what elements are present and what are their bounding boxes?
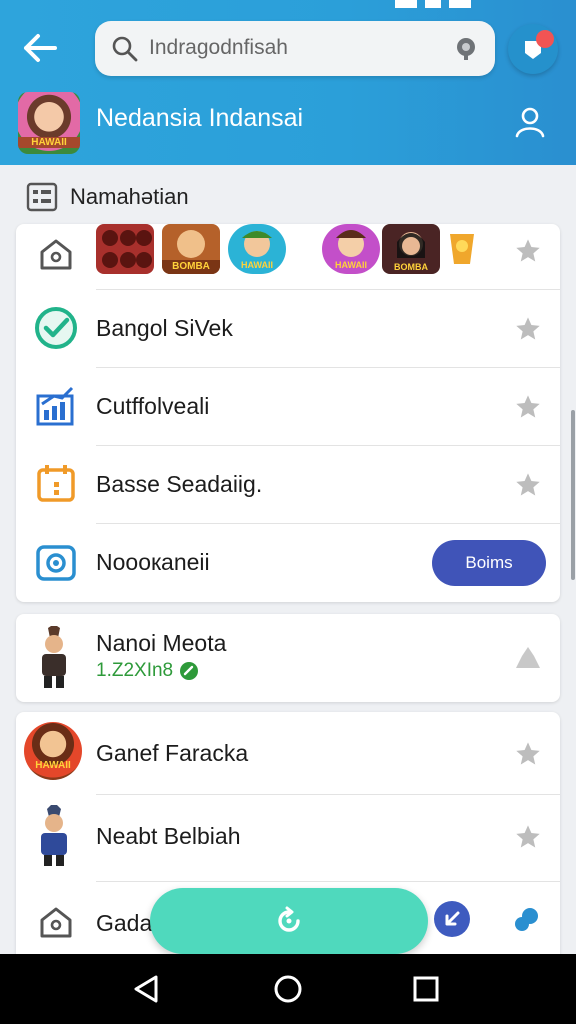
section-header: Namahətian — [26, 181, 189, 213]
character-avatar — [34, 624, 74, 690]
notifications-button[interactable] — [508, 24, 558, 74]
refresh-fab[interactable] — [150, 888, 428, 954]
star-icon[interactable] — [514, 393, 542, 421]
arrow-left-icon — [24, 34, 57, 62]
thumbnail-label: BOMBA — [394, 262, 428, 272]
thumbnail-label: HAWAII — [334, 260, 367, 270]
nav-home-button[interactable] — [268, 969, 308, 1009]
list-item-label: Ganef Faracka — [96, 740, 249, 766]
list-icon — [26, 182, 58, 212]
game-logo-text: HAWAII — [35, 760, 71, 771]
verified-icon — [180, 662, 199, 680]
app-header: Indragodnfisah HAWAII Nedansia Indansai — [0, 0, 576, 165]
nav-recents-button[interactable] — [406, 969, 446, 1009]
character-avatar — [34, 802, 74, 867]
action-button[interactable]: Boims — [432, 540, 546, 586]
menu-item-label: Nooокaneiі — [96, 549, 210, 575]
scrollbar[interactable] — [571, 410, 575, 580]
chat-icon — [515, 908, 538, 931]
game-thumbnail[interactable]: HAWAII — [322, 224, 380, 274]
game-logo: HAWAII — [24, 722, 82, 780]
thumbnail-label: HAWAII — [240, 260, 273, 270]
app-logo-text: HAWAII — [18, 137, 80, 148]
profile-button[interactable] — [510, 102, 550, 142]
menu-item-label: Cutffolvеali — [96, 393, 210, 419]
star-icon[interactable] — [514, 823, 542, 851]
home-icon — [34, 232, 78, 276]
status-bar — [395, 0, 495, 10]
notification-dot — [536, 30, 554, 48]
arrow-down-left-icon — [445, 911, 460, 926]
app-logo: HAWAII — [18, 92, 80, 154]
home-icon — [34, 900, 78, 944]
check-circle-icon — [34, 306, 78, 350]
game-thumbnail[interactable]: BOMBA — [162, 224, 220, 274]
profile-card[interactable]: Nanoi Meota 1.Z2XIn8 — [16, 614, 560, 702]
star-icon[interactable] — [514, 740, 542, 768]
menu-item-label: Basse Seadaiig. — [96, 471, 263, 497]
menu-item-schedule[interactable]: Basse Seadaiig. — [16, 446, 560, 524]
list-item-label: Neabt Belbiah — [96, 823, 241, 849]
menu-card: BOMBA HAWAII HAWAII BOMBA Bangol SiVek C… — [16, 224, 560, 602]
game-thumbnail[interactable]: HAWAII — [228, 224, 286, 274]
menu-item-label: Bangol SiVek — [96, 315, 233, 341]
search-bar[interactable]: Indragodnfisah — [95, 21, 495, 76]
list-item-label: Gada — [96, 910, 153, 936]
profile-subtitle: 1.Z2XIn8 — [96, 660, 199, 682]
menu-item-portfolio[interactable]: Cutffolvеali — [16, 368, 560, 446]
square-recents-icon — [413, 976, 439, 1002]
menu-item-bangol[interactable]: Bangol SiVek — [16, 290, 560, 368]
voice-icon[interactable] — [453, 35, 479, 61]
edit-button[interactable] — [434, 901, 470, 937]
circle-home-icon — [274, 975, 302, 1003]
list-item-neabt[interactable]: Neabt Belbiah — [16, 795, 560, 881]
search-icon — [112, 36, 138, 62]
system-nav-bar — [0, 954, 576, 1024]
profile-id: 1.Z2XIn8 — [96, 660, 174, 681]
user-icon — [515, 107, 545, 138]
game-thumbnail[interactable] — [446, 224, 480, 274]
nav-back-button[interactable] — [126, 969, 166, 1009]
thumbnail-label: BOMBA — [172, 261, 210, 272]
profile-name: Nanoi Meota — [96, 630, 227, 656]
games-row[interactable]: BOMBA HAWAII HAWAII BOMBA — [16, 224, 560, 290]
list-item-ganef[interactable]: HAWAII Ganef Faracka — [16, 712, 560, 794]
back-button[interactable] — [18, 26, 62, 70]
camera-icon — [34, 540, 78, 584]
section-title: Namahətian — [70, 184, 189, 209]
chart-icon — [34, 384, 78, 428]
triangle-back-icon — [134, 975, 158, 1003]
refresh-icon — [278, 906, 300, 932]
star-icon[interactable] — [514, 315, 542, 343]
app-title: Nedansia Indansai — [96, 104, 304, 132]
chat-button[interactable] — [510, 903, 544, 937]
search-input[interactable]: Indragodnfisah — [149, 36, 288, 60]
calendar-icon — [34, 462, 78, 506]
game-thumbnail[interactable]: BOMBA — [382, 224, 440, 274]
star-icon[interactable] — [514, 237, 542, 265]
game-thumbnail[interactable] — [96, 224, 154, 274]
user-silhouette-icon[interactable] — [514, 644, 542, 672]
star-icon[interactable] — [514, 471, 542, 499]
